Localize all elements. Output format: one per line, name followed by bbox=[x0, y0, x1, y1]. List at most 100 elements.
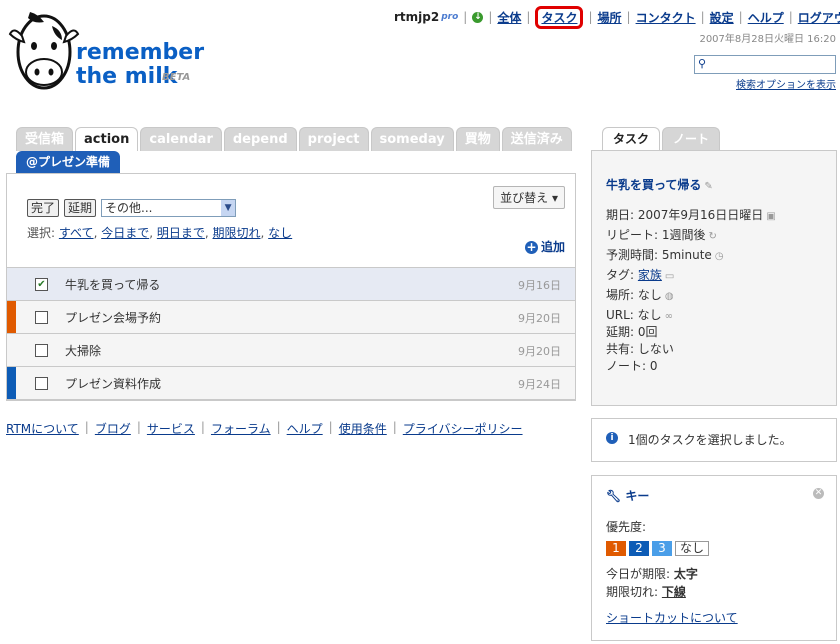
top-nav: rtmjp2 pro | ↓ | 全体 | タスク | 場所 | コンタクト |… bbox=[394, 5, 840, 29]
tab-sent[interactable]: 送信済み bbox=[501, 127, 572, 151]
current-date: 2007年8月28日火曜日 16:20 bbox=[699, 34, 836, 45]
overdue-legend: 期限切れ: 下線 bbox=[606, 583, 686, 600]
search-input[interactable]: ⚲ bbox=[694, 55, 836, 74]
search-options-link[interactable]: 検索オプションを表示 bbox=[736, 76, 836, 91]
footer-services[interactable]: サービス bbox=[147, 420, 195, 437]
chevron-down-icon: ▼ bbox=[221, 200, 236, 216]
select-tomorrow[interactable]: 明日まで bbox=[157, 226, 205, 240]
select-none[interactable]: なし bbox=[268, 226, 292, 240]
add-label: 追加 bbox=[540, 240, 565, 254]
priority-bar bbox=[7, 268, 16, 300]
tab-project[interactable]: project bbox=[298, 127, 369, 151]
username: rtmjp2 bbox=[394, 10, 440, 24]
priority-bar bbox=[7, 301, 16, 333]
due-today-label: 今日が期限: bbox=[606, 567, 671, 581]
task-due: 9月20日 bbox=[518, 345, 561, 358]
detail-tags: タグ: 家族 ▭ bbox=[606, 266, 674, 283]
select-overdue[interactable]: 期限切れ bbox=[213, 226, 261, 240]
nav-overview[interactable]: 全体 bbox=[497, 9, 521, 26]
detail-url-text: URL: なし bbox=[606, 308, 662, 322]
nav-tasks[interactable]: タスク bbox=[535, 5, 584, 29]
detail-due[interactable]: 期日: 2007年9月16日日曜日 ▣ bbox=[606, 206, 776, 223]
sort-button[interactable]: 並び替え ▾ bbox=[493, 186, 565, 209]
nav-settings[interactable]: 設定 bbox=[710, 9, 734, 26]
info-icon: i bbox=[606, 432, 618, 444]
task-row[interactable]: 大掃除 9月20日 bbox=[7, 333, 575, 366]
globe-icon: ◍ bbox=[664, 291, 674, 302]
task-list: ✔ 牛乳を買って帰る 9月16日 プレゼン会場予約 9月20日 大掃除 9月20日 プレゼン資… bbox=[7, 267, 575, 400]
key-title: 🔧︎ キー bbox=[606, 487, 649, 504]
clock-icon: ◷ bbox=[714, 251, 724, 262]
task-row[interactable]: ✔ 牛乳を買って帰る 9月16日 bbox=[7, 267, 575, 300]
cow-icon bbox=[8, 12, 80, 90]
sublist-tab[interactable]: @プレゼン準備 bbox=[16, 151, 121, 173]
task-controls: 完了 延期 その他... ▼ bbox=[27, 199, 237, 217]
add-task-button[interactable]: + 追加 bbox=[524, 238, 565, 255]
footer-help[interactable]: ヘルプ bbox=[287, 420, 323, 437]
footer-links: RTMについて | ブログ | サービス | フォーラム | ヘルプ | 使用条件 | プラ… bbox=[6, 420, 523, 437]
task-panel: 完了 延期 その他... ▼ 並び替え ▾ 選択: すべて, 今日まで, 明日ま… bbox=[6, 173, 576, 401]
detail-repeat-text: リピート: 1週間後 bbox=[606, 228, 706, 242]
priority-3: 3 bbox=[652, 541, 672, 556]
pro-badge: pro bbox=[441, 12, 459, 22]
task-name[interactable]: プレゼン会場予約 bbox=[65, 309, 161, 326]
detail-url[interactable]: URL: なし ∞ bbox=[606, 306, 673, 323]
selection-info-box: i 1個のタスクを選択しました。 bbox=[591, 418, 837, 462]
nav-contacts[interactable]: コンタクト bbox=[636, 9, 696, 26]
select-label: 選択: bbox=[27, 226, 56, 240]
tab-calendar[interactable]: calendar bbox=[140, 127, 222, 151]
sync-icon[interactable]: ↓ bbox=[472, 11, 484, 23]
pencil-icon[interactable]: ✎ bbox=[704, 181, 712, 192]
tab-shopping[interactable]: 買物 bbox=[455, 127, 500, 151]
task-name[interactable]: 大掃除 bbox=[65, 342, 101, 359]
task-name[interactable]: 牛乳を買って帰る bbox=[65, 276, 160, 293]
task-checkbox[interactable] bbox=[35, 344, 48, 357]
key-legend-box: 🔧︎ キー ✕ 優先度: 1 2 3 なし 今日が期限: 太字 期限切れ: 下線 ショ… bbox=[591, 475, 837, 641]
tab-depend[interactable]: depend bbox=[223, 127, 297, 151]
task-row[interactable]: プレゼン会場予約 9月20日 bbox=[7, 300, 575, 333]
sort-label: 並び替え bbox=[500, 191, 549, 205]
close-icon[interactable]: ✕ bbox=[813, 488, 824, 499]
task-name[interactable]: プレゼン資料作成 bbox=[65, 375, 161, 392]
task-checkbox[interactable]: ✔ bbox=[35, 278, 48, 291]
more-actions-select[interactable]: その他... ▼ bbox=[101, 199, 237, 217]
tag-link[interactable]: 家族 bbox=[638, 268, 662, 282]
rtm-logo[interactable]: remember the milk BETA bbox=[4, 6, 204, 96]
plus-icon: + bbox=[524, 240, 538, 254]
task-checkbox[interactable] bbox=[35, 311, 48, 324]
footer-privacy[interactable]: プライバシーポリシー bbox=[403, 420, 523, 437]
detail-estimate[interactable]: 予測時間: 5minute ◷ bbox=[606, 246, 724, 263]
detail-repeat[interactable]: リピート: 1週間後 ↻ bbox=[606, 226, 717, 243]
nav-logout[interactable]: ログアウト bbox=[798, 9, 840, 26]
footer-forums[interactable]: フォーラム bbox=[211, 420, 271, 437]
shortcuts-link[interactable]: ショートカットについて bbox=[606, 609, 738, 626]
task-due: 9月24日 bbox=[518, 378, 561, 391]
footer-about[interactable]: RTMについて bbox=[6, 420, 79, 437]
select-line: 選択: すべて, 今日まで, 明日まで, 期限切れ, なし bbox=[27, 226, 293, 240]
detail-postponed: 延期: 0回 bbox=[606, 325, 658, 339]
tab-notes[interactable]: ノート bbox=[662, 127, 721, 151]
priority-legend: 1 2 3 なし bbox=[606, 541, 712, 556]
detail-notes: ノート: 0 bbox=[606, 359, 658, 373]
detail-title[interactable]: 牛乳を買って帰る ✎ bbox=[606, 176, 713, 193]
priority-2: 2 bbox=[629, 541, 649, 556]
complete-button[interactable]: 完了 bbox=[27, 199, 60, 217]
postpone-button[interactable]: 延期 bbox=[64, 199, 97, 217]
tab-action[interactable]: action bbox=[75, 127, 139, 151]
tab-inbox[interactable]: 受信箱 bbox=[16, 127, 74, 151]
detail-location[interactable]: 場所: なし ◍ bbox=[606, 286, 674, 303]
select-today[interactable]: 今日まで bbox=[101, 226, 149, 240]
priority-bar bbox=[7, 334, 16, 366]
footer-terms[interactable]: 使用条件 bbox=[339, 420, 387, 437]
task-row[interactable]: プレゼン資料作成 9月24日 bbox=[7, 366, 575, 400]
task-checkbox[interactable] bbox=[35, 377, 48, 390]
tab-someday[interactable]: someday bbox=[370, 127, 454, 151]
nav-locations[interactable]: 場所 bbox=[598, 9, 622, 26]
due-today-legend: 今日が期限: 太字 bbox=[606, 565, 698, 582]
tab-task-detail[interactable]: タスク bbox=[602, 127, 661, 151]
detail-due-text: 期日: 2007年9月16日日曜日 bbox=[606, 208, 764, 222]
tag-icon: ▭ bbox=[664, 271, 675, 282]
footer-blog[interactable]: ブログ bbox=[95, 420, 131, 437]
select-all[interactable]: すべて bbox=[59, 226, 94, 240]
nav-help[interactable]: ヘルプ bbox=[748, 9, 784, 26]
